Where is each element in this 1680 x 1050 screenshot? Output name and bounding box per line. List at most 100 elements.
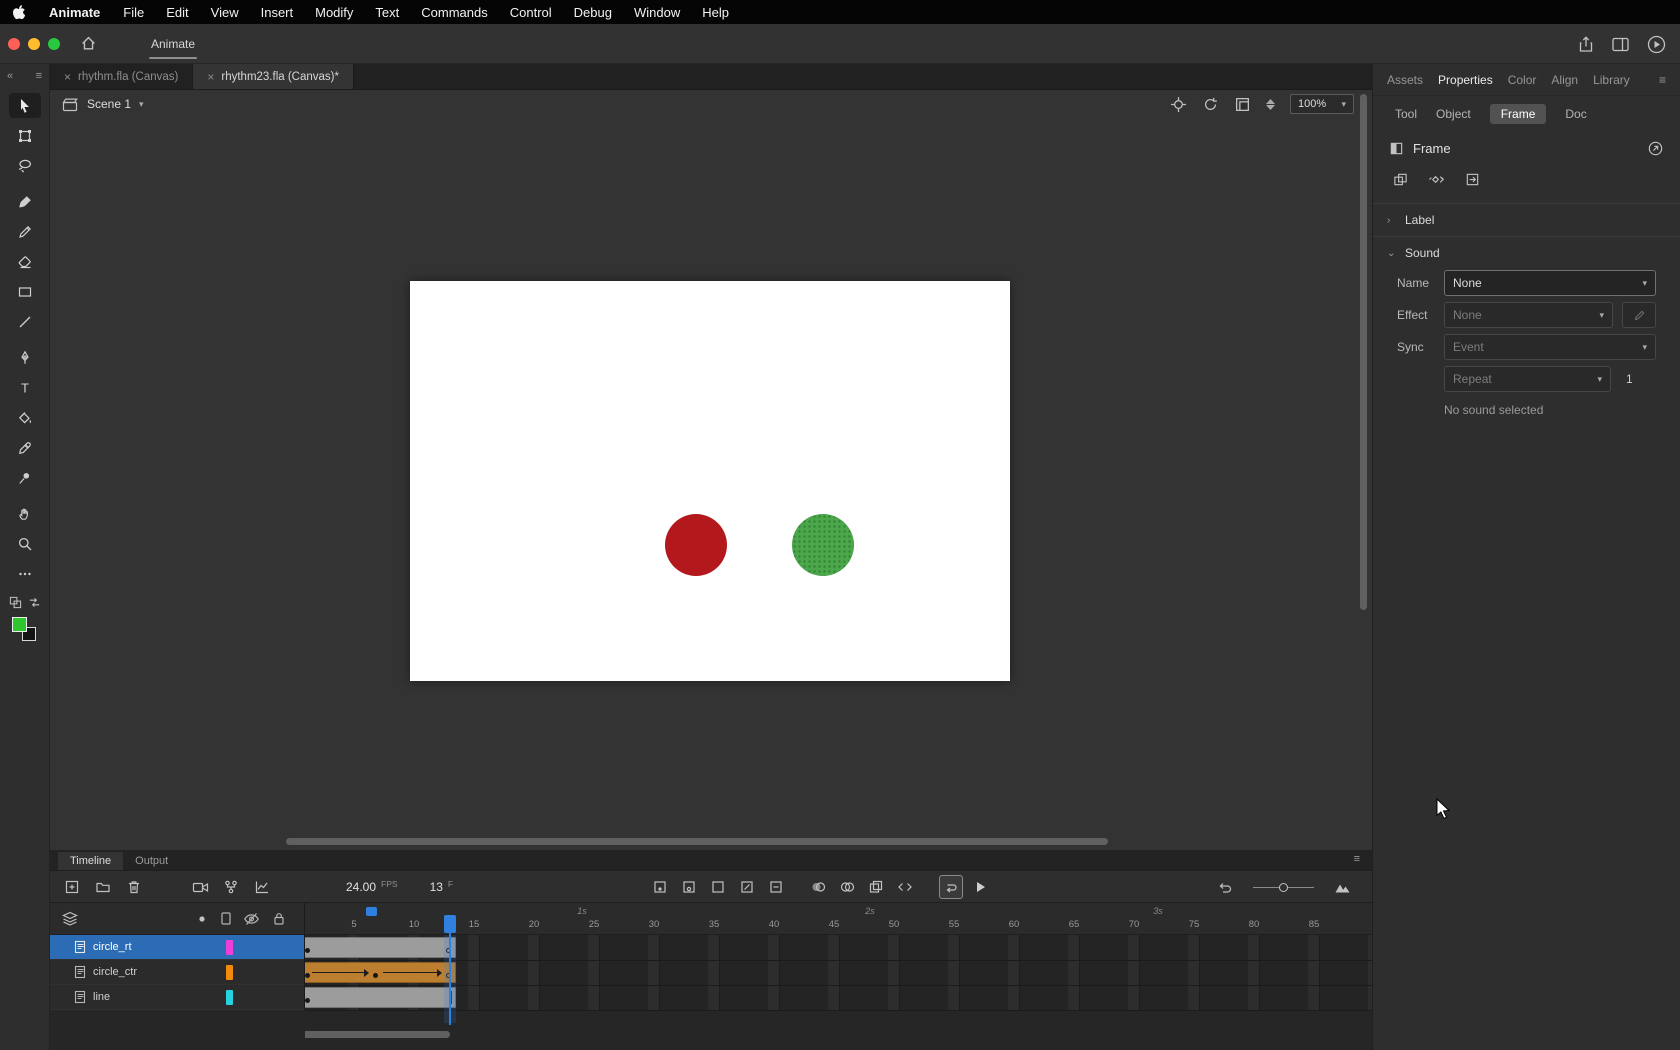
tools-panel-menu-icon[interactable]: ≡ bbox=[36, 70, 42, 82]
insert-blank-keyframe-button[interactable] bbox=[677, 875, 701, 899]
lasso-tool-button[interactable] bbox=[9, 153, 41, 178]
current-frame-value[interactable]: 13 bbox=[430, 880, 443, 894]
paint-bucket-tool-button[interactable] bbox=[9, 405, 41, 430]
menu-modify[interactable]: Modify bbox=[304, 5, 364, 20]
close-tab-icon[interactable]: × bbox=[64, 70, 71, 84]
brush-tool-button[interactable] bbox=[9, 189, 41, 214]
layer-color-chip[interactable] bbox=[226, 990, 233, 1005]
sound-effect-select[interactable]: None ▾ bbox=[1444, 302, 1613, 328]
default-colors-icon[interactable] bbox=[9, 596, 22, 609]
frame-view-options-button[interactable] bbox=[1330, 875, 1354, 899]
swap-colors-icon[interactable] bbox=[28, 596, 41, 609]
hand-tool-button[interactable] bbox=[9, 501, 41, 526]
doc-tab-rhythm[interactable]: × rhythm.fla (Canvas) bbox=[50, 64, 194, 89]
playhead-handle[interactable] bbox=[444, 915, 456, 933]
zoom-level-select[interactable]: 100% ▾ bbox=[1290, 94, 1354, 114]
menu-edit[interactable]: Edit bbox=[155, 5, 199, 20]
tab-assets[interactable]: Assets bbox=[1387, 73, 1423, 87]
keyframe-dot[interactable] bbox=[373, 973, 378, 978]
insert-keyframe-button[interactable] bbox=[648, 875, 672, 899]
timeline-hscrollbar[interactable] bbox=[305, 1031, 450, 1038]
menubar-app-name[interactable]: Animate bbox=[37, 5, 112, 20]
edit-multiple-frames-button[interactable] bbox=[864, 875, 888, 899]
keyframe-dot[interactable] bbox=[305, 948, 310, 953]
color-swatches[interactable] bbox=[11, 617, 38, 643]
convert-symbol-icon[interactable] bbox=[1647, 140, 1664, 157]
subtab-tool[interactable]: Tool bbox=[1395, 107, 1417, 121]
sound-repeat-select[interactable]: Repeat ▾ bbox=[1444, 366, 1611, 392]
home-icon[interactable] bbox=[80, 35, 97, 52]
delete-layer-button[interactable] bbox=[122, 875, 146, 899]
layer-color-chip[interactable] bbox=[226, 940, 233, 955]
close-window-button[interactable] bbox=[8, 37, 20, 50]
insert-keyframe-button[interactable] bbox=[1387, 167, 1413, 191]
onion-skin-button[interactable] bbox=[806, 875, 830, 899]
lock-icon[interactable] bbox=[272, 911, 286, 926]
playhead-line[interactable] bbox=[449, 933, 451, 1025]
pin-tool-button[interactable] bbox=[9, 465, 41, 490]
layer-row-line[interactable]: line bbox=[50, 985, 304, 1010]
share-icon[interactable] bbox=[1578, 35, 1594, 53]
menu-commands[interactable]: Commands bbox=[410, 5, 498, 20]
insert-frame-button[interactable] bbox=[706, 875, 730, 899]
tab-properties[interactable]: Properties bbox=[1438, 73, 1493, 87]
snap-crosshair-icon[interactable] bbox=[1170, 96, 1187, 113]
tab-timeline[interactable]: Timeline bbox=[58, 852, 124, 870]
sound-name-select[interactable]: None ▾ bbox=[1444, 270, 1656, 296]
test-movie-play-icon[interactable] bbox=[1647, 35, 1666, 54]
frames-span-line[interactable] bbox=[305, 987, 456, 1008]
onion-skin-outlines-button[interactable] bbox=[835, 875, 859, 899]
line-tool-button[interactable] bbox=[9, 309, 41, 334]
auto-keyframe-button[interactable] bbox=[735, 875, 759, 899]
zoom-tool-button[interactable] bbox=[9, 531, 41, 556]
play-button[interactable] bbox=[968, 875, 992, 899]
menu-text[interactable]: Text bbox=[364, 5, 410, 20]
subtab-frame[interactable]: Frame bbox=[1489, 104, 1547, 124]
repeat-count-field[interactable]: 1 bbox=[1620, 367, 1656, 391]
timeline-zoom-slider[interactable] bbox=[1253, 882, 1314, 892]
outline-column-icon[interactable] bbox=[220, 911, 232, 926]
canvas-hscrollbar[interactable] bbox=[286, 838, 1108, 845]
add-camera-button[interactable] bbox=[188, 875, 212, 899]
frames-span-circle-rt[interactable] bbox=[305, 937, 456, 958]
rotation-icon[interactable] bbox=[1202, 96, 1219, 113]
layer-row-circle-rt[interactable]: circle_rt bbox=[50, 935, 304, 960]
menu-insert[interactable]: Insert bbox=[250, 5, 305, 20]
rectangle-tool-button[interactable] bbox=[9, 279, 41, 304]
layer-row-circle-ctr[interactable]: circle_ctr bbox=[50, 960, 304, 985]
subtab-doc[interactable]: Doc bbox=[1565, 107, 1586, 121]
timeline-panel-menu-icon[interactable]: ≡ bbox=[1354, 853, 1360, 865]
free-transform-tool-button[interactable] bbox=[9, 123, 41, 148]
menu-debug[interactable]: Debug bbox=[563, 5, 623, 20]
pen-tool-button[interactable] bbox=[9, 345, 41, 370]
workspace-layout-icon[interactable] bbox=[1612, 37, 1629, 52]
new-folder-button[interactable] bbox=[91, 875, 115, 899]
new-layer-button[interactable] bbox=[60, 875, 84, 899]
close-tab-icon[interactable]: × bbox=[207, 70, 214, 84]
clip-content-icon[interactable] bbox=[1234, 96, 1251, 113]
text-tool-button[interactable]: T bbox=[9, 375, 41, 400]
keyframe-dot[interactable] bbox=[305, 998, 310, 1003]
sound-section-header[interactable]: ⌄ Sound bbox=[1373, 239, 1680, 267]
subtab-object[interactable]: Object bbox=[1436, 107, 1471, 121]
menu-window[interactable]: Window bbox=[623, 5, 691, 20]
edit-sound-envelope-button[interactable] bbox=[1622, 302, 1656, 328]
tab-output[interactable]: Output bbox=[123, 852, 180, 870]
zoom-window-button[interactable] bbox=[48, 37, 60, 50]
tab-library[interactable]: Library bbox=[1593, 73, 1630, 87]
scene-label[interactable]: Scene 1 bbox=[87, 97, 131, 111]
layer-color-chip[interactable] bbox=[226, 965, 233, 980]
highlight-dot-icon[interactable] bbox=[198, 915, 206, 923]
menu-control[interactable]: Control bbox=[499, 5, 563, 20]
pencil-tool-button[interactable] bbox=[9, 219, 41, 244]
canvas-vscrollbar[interactable] bbox=[1360, 94, 1367, 610]
eye-slash-icon[interactable] bbox=[243, 911, 260, 927]
zoom-stepper-icon[interactable] bbox=[1266, 98, 1275, 110]
eraser-tool-button[interactable] bbox=[9, 249, 41, 274]
label-section-header[interactable]: › Label bbox=[1373, 206, 1680, 234]
ruler-marker[interactable] bbox=[366, 907, 377, 916]
doc-tab-rhythm23[interactable]: × rhythm23.fla (Canvas)* bbox=[193, 64, 354, 89]
fps-value[interactable]: 24.00 bbox=[346, 880, 376, 894]
red-circle-shape[interactable] bbox=[665, 514, 727, 576]
remove-frames-button[interactable] bbox=[764, 875, 788, 899]
